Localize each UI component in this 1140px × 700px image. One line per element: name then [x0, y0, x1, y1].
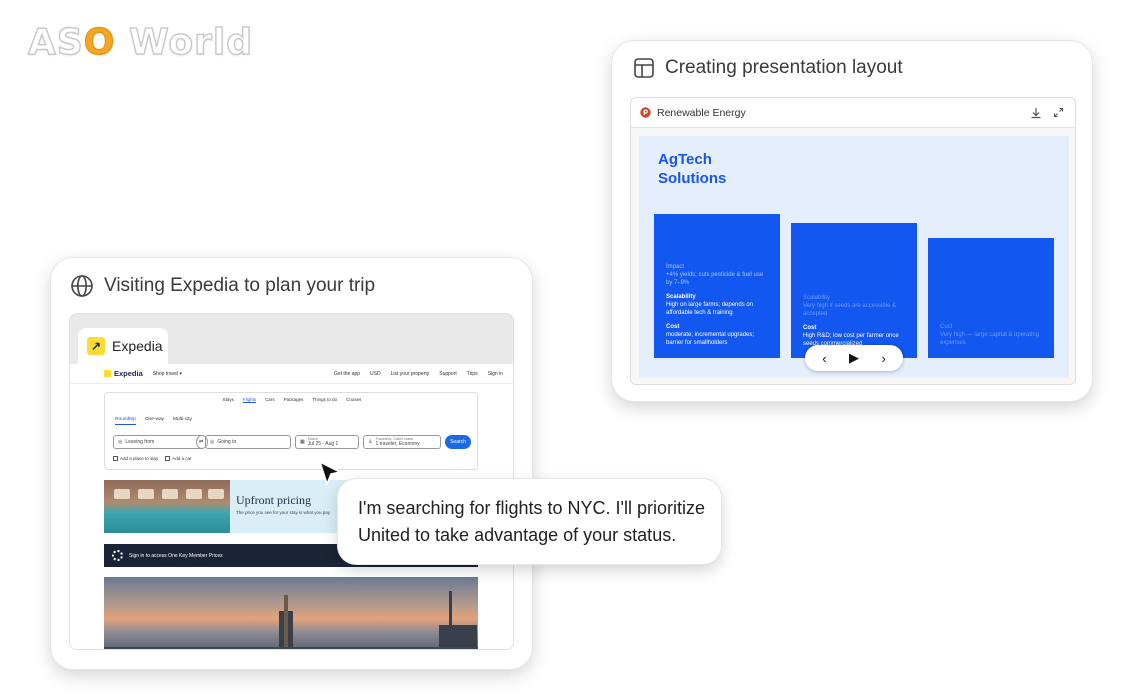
hotel-pool-image: [104, 480, 230, 533]
dates-field[interactable]: ▦ Dates Jul 25 - Aug 1: [295, 435, 359, 449]
travelers-field[interactable]: ♙ Travelers, Cabin class 1 traveler, Econ…: [363, 435, 441, 449]
cost-label: Cost: [666, 324, 680, 330]
presentation-toolbar: Renewable Energy: [631, 98, 1075, 128]
layout-icon: [634, 58, 654, 78]
scalability-text: High on large farms; depends on affordab…: [666, 302, 754, 316]
tab-label: Expedia: [112, 338, 163, 354]
search-button[interactable]: Search: [445, 435, 471, 449]
cost-label: Cost: [803, 325, 817, 331]
slide-column-3: Cost Very high — large capital & operati…: [928, 238, 1054, 358]
flight-search-form: Stays Flights Cars Packages Things to do…: [104, 392, 478, 470]
browsing-card-header: Visiting Expedia to plan your trip: [70, 274, 375, 298]
play-button[interactable]: ▶: [849, 350, 859, 366]
tab-cars[interactable]: Cars: [265, 397, 275, 403]
powerpoint-icon: [640, 107, 651, 118]
assistant-message-text: I'm searching for flights to NYC. I'll p…: [358, 498, 705, 545]
nav-currency[interactable]: USD: [370, 371, 381, 377]
presentation-viewer: Renewable Energy AgTech Solutions Impact…: [630, 97, 1076, 385]
slide-controls: ‹ ▶ ›: [805, 345, 903, 371]
scalability-text: Very high if seeds are accessible & acce…: [803, 303, 897, 317]
trip-type-tabs: Roundtrip One-way Multi-city: [115, 417, 192, 425]
location-pin-icon: ◎: [210, 439, 215, 445]
going-to-field[interactable]: ◎ Going to: [205, 435, 291, 449]
nyc-skyline-image: [104, 577, 478, 649]
nav-get-app[interactable]: Get the app: [334, 371, 360, 377]
presentation-card-title: Creating presentation layout: [665, 57, 903, 78]
aso-world-watermark: ASO World: [27, 21, 253, 63]
promo-title: Upfront pricing: [236, 493, 311, 507]
slide-title: AgTech Solutions: [658, 151, 727, 187]
scalability-label: Scalability: [803, 295, 831, 301]
next-slide-button[interactable]: ›: [881, 351, 885, 366]
nav-support[interactable]: Support: [439, 371, 457, 377]
scalability-label: Scalability: [666, 294, 696, 300]
cost-label: Cost: [940, 324, 953, 330]
tab-flights[interactable]: Flights: [242, 397, 257, 403]
location-pin-icon: ◎: [118, 439, 123, 445]
leaving-from-field[interactable]: ◎ Leaving from: [113, 435, 205, 449]
impact-label: Impact: [666, 264, 685, 270]
promo-subtitle: The price you see for your stay is what …: [236, 510, 331, 515]
tab-stays[interactable]: Stays: [223, 397, 234, 403]
slide-column-1: Impact +4% yields; cuts pesticide & fuel…: [654, 214, 780, 358]
nav-list-property[interactable]: List your property: [391, 371, 430, 377]
globe-icon: [71, 275, 93, 297]
add-stay-checkbox[interactable]: Add a place to stay: [113, 456, 158, 462]
expedia-top-nav: Expedia Shop travel ▾ Get the app USD Li…: [70, 364, 513, 384]
assistant-message-bubble: I'm searching for flights to NYC. I'll p…: [338, 479, 721, 564]
presentation-card-header: Creating presentation layout: [633, 57, 903, 79]
slide-canvas: AgTech Solutions Impact +4% yields; cuts…: [639, 136, 1069, 378]
previous-slide-button[interactable]: ‹: [822, 351, 826, 366]
cost-text: moderate; incremental upgrades; barrier …: [666, 332, 755, 346]
cost-text: Very high — large capital & operating ex…: [940, 332, 1040, 346]
trip-roundtrip[interactable]: Roundtrip: [115, 417, 136, 425]
one-key-icon: [112, 550, 123, 561]
add-ons-checkboxes: Add a place to stay Add a car: [113, 456, 192, 462]
member-banner-text: Sign in to access One Key Member Prices: [129, 552, 223, 559]
tab-cruises[interactable]: Cruises: [346, 397, 361, 403]
travel-mode-tabs: Stays Flights Cars Packages Things to do…: [105, 397, 479, 403]
person-icon: ♙: [368, 439, 373, 445]
tab-packages[interactable]: Packages: [284, 397, 304, 403]
slide-column-2: Scalability Very high if seeds are acces…: [791, 223, 917, 358]
trip-multi-city[interactable]: Multi-city: [173, 417, 192, 425]
impact-text: +4% yields; cuts pesticide & fuel use by…: [666, 272, 764, 286]
mouse-cursor-icon: [319, 461, 341, 485]
expand-icon[interactable]: [1050, 105, 1066, 121]
browsing-card-title: Visiting Expedia to plan your trip: [104, 275, 376, 296]
calendar-icon: ▦: [300, 439, 305, 445]
expedia-brand[interactable]: Expedia: [104, 369, 143, 378]
presentation-task-card: Creating presentation layout Renewable E…: [612, 41, 1092, 401]
expedia-mark-icon: [104, 370, 111, 377]
expedia-logo-icon: ↗: [87, 337, 105, 355]
trip-one-way[interactable]: One-way: [145, 417, 164, 425]
nav-trips[interactable]: Trips: [467, 371, 478, 377]
tab-things-to-do[interactable]: Things to do: [312, 397, 337, 403]
add-car-checkbox[interactable]: Add a car: [165, 456, 192, 462]
presentation-file-name: Renewable Energy: [657, 106, 746, 119]
browsing-task-card: Visiting Expedia to plan your trip ↗ Exp…: [51, 258, 532, 669]
download-icon[interactable]: [1028, 105, 1044, 121]
nav-sign-in[interactable]: Sign in: [488, 371, 503, 377]
shop-travel-menu[interactable]: Shop travel ▾: [153, 371, 182, 377]
browser-tab[interactable]: ↗ Expedia: [78, 328, 168, 364]
